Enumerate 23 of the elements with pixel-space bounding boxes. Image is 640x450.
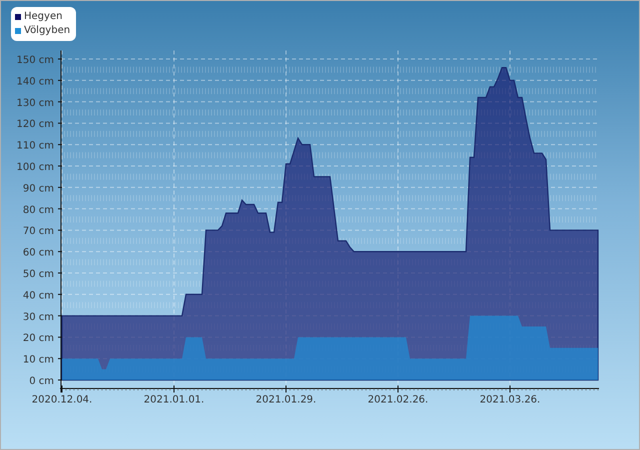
legend-label: Hegyen bbox=[24, 10, 62, 23]
legend-label: Völgyben bbox=[24, 24, 70, 37]
axis-label: 120 cm bbox=[16, 119, 54, 130]
axis-label: 70 cm bbox=[22, 226, 54, 238]
axis-label: 2021.03.26. bbox=[480, 394, 540, 406]
axis-label: 80 cm bbox=[22, 204, 54, 216]
axis-label: 150 cm bbox=[16, 55, 54, 66]
axis-label: 20 cm bbox=[22, 333, 54, 344]
axis-label: 2021.01.01. bbox=[144, 394, 204, 406]
axis-label: 40 cm bbox=[22, 290, 54, 302]
axis-label: 10 cm bbox=[22, 354, 54, 366]
axis-label: 2020.12.04. bbox=[32, 394, 92, 406]
axis-label: 110 cm bbox=[16, 140, 54, 152]
axis-label: 140 cm bbox=[16, 76, 54, 88]
axis-label: 50 cm bbox=[22, 269, 54, 280]
axis-label: 130 cm bbox=[16, 98, 54, 109]
axis-label: 2021.01.29. bbox=[256, 394, 316, 406]
axis-label: 30 cm bbox=[22, 312, 54, 323]
axis-label: 0 cm bbox=[29, 376, 54, 387]
axis-label: 100 cm bbox=[16, 162, 54, 173]
axis-label: 2021.02.26. bbox=[368, 394, 428, 406]
axis-label: 60 cm bbox=[22, 248, 54, 259]
axis-label: 90 cm bbox=[22, 183, 54, 194]
